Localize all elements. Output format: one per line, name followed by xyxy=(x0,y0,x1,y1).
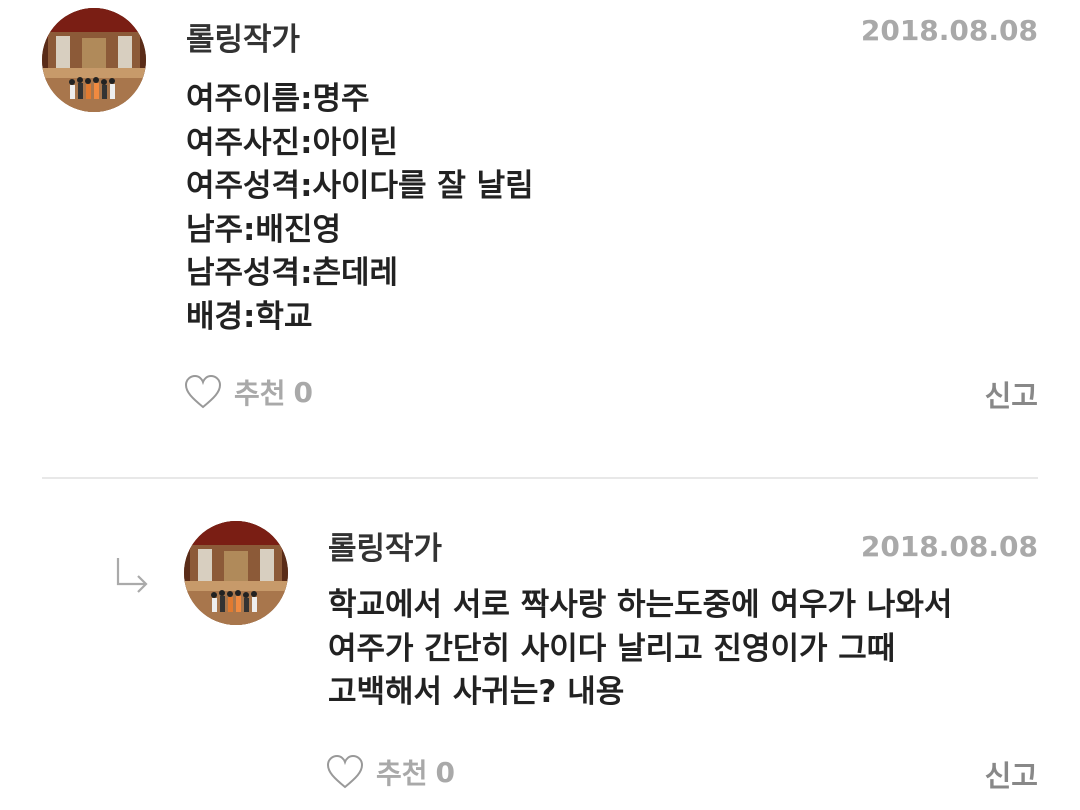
report-button[interactable]: 신고 xyxy=(985,753,1038,795)
group-photo-avatar xyxy=(42,8,146,112)
reply-arrow-icon xyxy=(116,558,148,593)
comment-line: 여주성격:사이다를 잘 날림 xyxy=(186,168,534,204)
comment-date: 2018.08.08 xyxy=(860,530,1038,563)
comment-line: 남주:배진영 xyxy=(186,211,341,248)
comment-line: 학교에서 서로 짝사랑 하는도중에 여우가 나와서 xyxy=(328,587,953,623)
comment-date: 2018.08.08 xyxy=(860,14,1038,47)
like-button[interactable]: 추천 0 xyxy=(184,372,313,412)
like-label: 추천 xyxy=(376,757,428,790)
group-photo-avatar xyxy=(184,521,288,625)
comment-line: 고백해서 사귀는? 내용 xyxy=(328,674,625,710)
author-avatar[interactable] xyxy=(184,521,288,625)
like-label: 추천 xyxy=(234,377,286,410)
author-name[interactable]: 롤링작가 xyxy=(186,14,300,59)
comment-line: 여주이름:명주 xyxy=(186,81,370,117)
author-avatar[interactable] xyxy=(42,8,146,112)
comment-line: 배경:학교 xyxy=(186,298,313,335)
comment-line: 여주가 간단히 사이다 날리고 진영이가 그때 xyxy=(328,630,896,667)
comment-line: 남주성격:츤데레 xyxy=(186,255,399,291)
like-count: 0 xyxy=(435,755,456,789)
heart-outline-icon xyxy=(326,754,364,789)
comment-divider xyxy=(42,477,1038,479)
report-button[interactable]: 신고 xyxy=(985,373,1038,415)
heart-outline-icon xyxy=(184,374,222,409)
like-button[interactable]: 추천 0 xyxy=(326,752,455,792)
comment-body: 여주이름:명주 여주사진:아이린 여주성격:사이다를 잘 날림 남주:배진영 남… xyxy=(186,78,534,339)
comment-line: 여주사진:아이린 xyxy=(186,124,399,161)
like-count: 0 xyxy=(293,375,314,409)
comment-thread: 롤링작가 2018.08.08 여주이름:명주 여주사진:아이린 여주성격:사이… xyxy=(0,0,1080,810)
comment-body: 학교에서 서로 짝사랑 하는도중에 여우가 나와서 여주가 간단히 사이다 날리… xyxy=(328,584,952,715)
author-name[interactable]: 롤링작가 xyxy=(328,523,442,568)
